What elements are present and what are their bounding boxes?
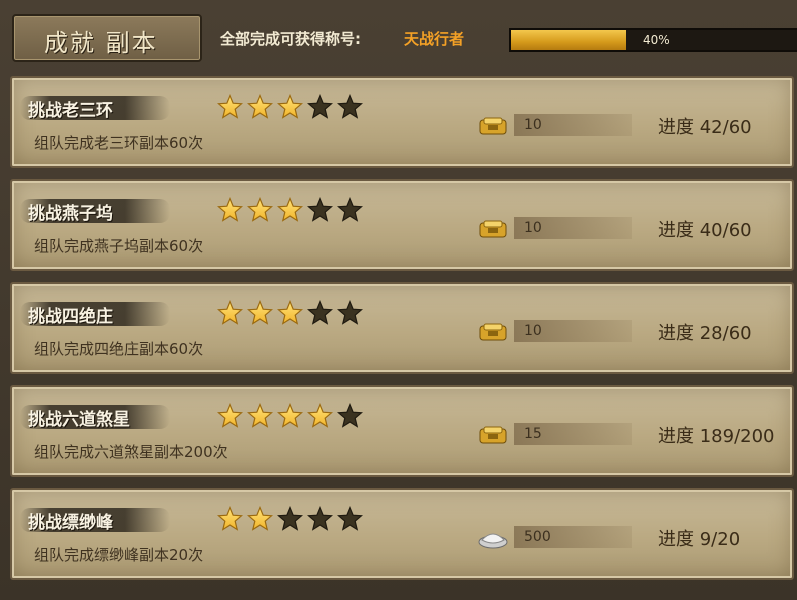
- achievement-title: 挑战老三环: [28, 101, 113, 121]
- achievement-title: 挑战六道煞星: [28, 410, 130, 430]
- star-filled-icon: [247, 402, 273, 433]
- achievement-description: 组队完成缥缈峰副本20次: [34, 546, 204, 564]
- achievement-row[interactable]: 挑战燕子坞组队完成燕子坞副本60次 10 进度 40/60: [10, 179, 794, 271]
- achievement-title: 挑战缥缈峰: [28, 513, 113, 533]
- star-filled-icon: [217, 402, 243, 433]
- star-filled-icon: [247, 196, 273, 227]
- achievement-title: 挑战燕子坞: [28, 204, 113, 224]
- star-empty-icon: [277, 505, 303, 536]
- title-reward: 天战行者: [404, 30, 465, 48]
- achievement-row[interactable]: 挑战老三环组队完成老三环副本60次 10 进度 42/60: [10, 76, 794, 168]
- star-empty-icon: [307, 505, 333, 536]
- star-empty-icon: [307, 93, 333, 124]
- star-filled-icon: [307, 402, 333, 433]
- star-filled-icon: [277, 196, 303, 227]
- star-filled-icon: [247, 299, 273, 330]
- reward-value: 500: [524, 529, 551, 545]
- star-empty-icon: [337, 299, 363, 330]
- star-filled-icon: [217, 505, 243, 536]
- overall-progress-text: 40%: [643, 33, 670, 47]
- tab-label: 成就 副本: [44, 29, 158, 57]
- achievement-row[interactable]: 挑战缥缈峰组队完成缥缈峰副本20次 500 进度 9/20: [10, 488, 794, 580]
- star-filled-icon: [247, 93, 273, 124]
- completion-note: 全部完成可获得称号:: [220, 30, 361, 48]
- overall-progress-fill: [511, 30, 627, 50]
- reward-value: 10: [524, 220, 542, 236]
- star-filled-icon: [277, 402, 303, 433]
- star-filled-icon: [277, 93, 303, 124]
- achievement-progress: 进度 189/200: [658, 426, 775, 447]
- star-empty-icon: [307, 299, 333, 330]
- achievement-description: 组队完成六道煞星副本200次: [34, 443, 228, 461]
- overall-progress-bar: 40%: [509, 28, 797, 52]
- star-filled-icon: [277, 299, 303, 330]
- achievement-progress: 进度 42/60: [658, 117, 752, 138]
- achievement-window: 成就 副本 全部完成可获得称号: 天战行者 40% 挑战老三环组队完成老三环副本…: [0, 0, 797, 600]
- achievement-progress: 进度 40/60: [658, 220, 752, 241]
- star-empty-icon: [337, 93, 363, 124]
- reward-value: 10: [524, 323, 542, 339]
- achievement-row[interactable]: 挑战四绝庄组队完成四绝庄副本60次 10 进度 28/60: [10, 282, 794, 374]
- achievement-list: 挑战老三环组队完成老三环副本60次 10 进度 42/60 挑战燕子坞组队完成燕子坞副…: [10, 76, 794, 591]
- tab-dungeon-achievements[interactable]: 成就 副本: [12, 14, 202, 62]
- star-filled-icon: [217, 93, 243, 124]
- header: 成就 副本 全部完成可获得称号: 天战行者 40%: [0, 0, 797, 66]
- star-empty-icon: [337, 402, 363, 433]
- achievement-title: 挑战四绝庄: [28, 307, 113, 327]
- reward-value: 15: [524, 426, 542, 442]
- achievement-description: 组队完成四绝庄副本60次: [34, 340, 204, 358]
- achievement-progress: 进度 28/60: [658, 323, 752, 344]
- achievement-description: 组队完成燕子坞副本60次: [34, 237, 204, 255]
- star-empty-icon: [307, 196, 333, 227]
- star-empty-icon: [337, 505, 363, 536]
- star-rating: [217, 505, 363, 536]
- star-rating: [217, 402, 363, 433]
- star-empty-icon: [337, 196, 363, 227]
- star-filled-icon: [217, 196, 243, 227]
- reward-value: 10: [524, 117, 542, 133]
- star-rating: [217, 299, 363, 330]
- achievement-row[interactable]: 挑战六道煞星组队完成六道煞星副本200次 15 进度 189/200: [10, 385, 794, 477]
- achievement-description: 组队完成老三环副本60次: [34, 134, 204, 152]
- star-filled-icon: [247, 505, 273, 536]
- star-rating: [217, 196, 363, 227]
- star-rating: [217, 93, 363, 124]
- achievement-progress: 进度 9/20: [658, 529, 741, 550]
- star-filled-icon: [217, 299, 243, 330]
